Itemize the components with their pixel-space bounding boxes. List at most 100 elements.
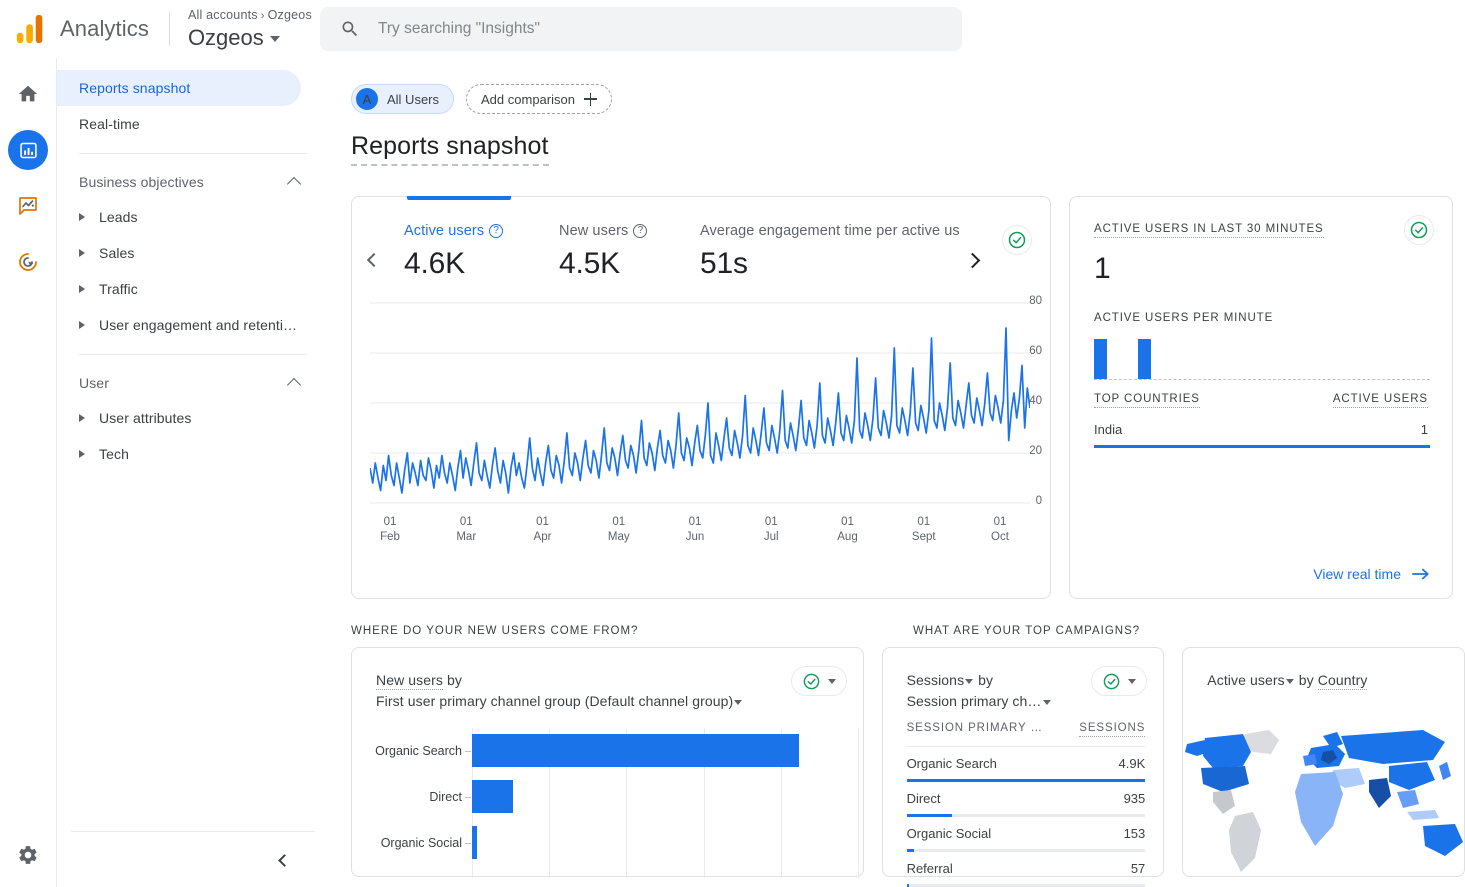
- active-users-per-minute-label: ACTIVE USERS PER MINUTE: [1094, 312, 1428, 324]
- top-campaigns-card: Sessions by Session primary ch… SESSION …: [882, 647, 1165, 877]
- row-bar-fill: [907, 849, 914, 852]
- metric-new-users[interactable]: New users ? 4.5K: [559, 223, 647, 281]
- metric-strip: Active users ? 4.6K New users ? 4.5K: [352, 197, 1050, 293]
- analytics-logo-icon[interactable]: [14, 12, 48, 46]
- sidebar: Reports snapshot Real-time Business obje…: [57, 58, 329, 887]
- dimension-name[interactable]: Country: [1318, 672, 1368, 690]
- divider: [169, 12, 170, 46]
- dimension-name[interactable]: First user primary channel group (Defaul…: [376, 693, 733, 709]
- x-tick-label: 01Apr: [523, 515, 563, 545]
- caret-down-icon[interactable]: [1043, 700, 1051, 705]
- table-row[interactable]: Organic Social153: [883, 817, 1164, 852]
- rail-item-home[interactable]: [8, 74, 48, 114]
- sidebar-item-sales[interactable]: Sales: [57, 235, 329, 271]
- sidebar-item-label: Leads: [99, 209, 138, 225]
- row-bar-fill: [907, 814, 952, 817]
- rail-item-admin[interactable]: [8, 835, 48, 875]
- property-name[interactable]: Ozgeos: [188, 24, 312, 51]
- sidebar-item-label: Tech: [99, 446, 129, 462]
- add-comparison-button[interactable]: Add comparison: [466, 84, 612, 114]
- y-tick-label: 60: [1029, 345, 1042, 357]
- x-tick-label: 01Feb: [370, 515, 410, 545]
- widget-actions[interactable]: [1091, 666, 1147, 696]
- search-input[interactable]: [378, 20, 898, 38]
- icon-rail: [0, 58, 57, 887]
- bar-category-label: Direct: [352, 774, 462, 820]
- caret-down-icon[interactable]: [965, 679, 973, 684]
- view-real-time-link[interactable]: View real time: [1313, 566, 1430, 582]
- caret-down-icon[interactable]: [734, 700, 742, 705]
- help-circle-icon[interactable]: ?: [633, 224, 647, 238]
- sidebar-item-traffic[interactable]: Traffic: [57, 271, 329, 307]
- table-body: Organic Search4.9KDirect935Organic Socia…: [883, 747, 1164, 887]
- horizontal-bar-chart[interactable]: Organic SearchDirectOrganic Social: [352, 728, 896, 878]
- metric-prev-button[interactable]: [360, 248, 384, 272]
- sidebar-item-real-time[interactable]: Real-time: [57, 106, 301, 142]
- active-users-card: Active users ? 4.6K New users ? 4.5K: [351, 196, 1051, 599]
- account-selector[interactable]: All accounts›Ozgeos Ozgeos: [188, 7, 312, 51]
- bar-row[interactable]: Organic Social: [352, 820, 896, 866]
- rail-item-explore[interactable]: [8, 186, 48, 226]
- sidebar-item-user-engagement[interactable]: User engagement and retenti…: [57, 307, 329, 343]
- collapse-sidebar-button[interactable]: [271, 849, 293, 871]
- row-metric: 57: [1131, 861, 1145, 876]
- column-metric[interactable]: SESSIONS: [1079, 722, 1145, 737]
- table-row[interactable]: Referral57: [883, 852, 1164, 887]
- all-users-chip[interactable]: A All Users: [351, 84, 454, 114]
- sidebar-group-business-objectives[interactable]: Business objectives: [57, 165, 329, 199]
- table-row[interactable]: India 1: [1094, 422, 1428, 448]
- metric-active-users[interactable]: Active users ? 4.6K: [404, 223, 503, 281]
- bar-row[interactable]: Organic Search: [352, 728, 896, 774]
- world-map[interactable]: [1183, 722, 1465, 878]
- column-dimension: SESSION PRIMARY …: [907, 722, 1043, 737]
- sidebar-divider: [79, 354, 307, 355]
- metric-name[interactable]: Sessions: [907, 672, 965, 688]
- bar-fill: [472, 734, 799, 767]
- plus-icon: [584, 93, 597, 106]
- chevron-down-icon: [828, 679, 836, 684]
- breadcrumb-current[interactable]: Ozgeos: [268, 8, 312, 22]
- breadcrumb-separator-icon: ›: [261, 10, 265, 22]
- row-dimension: Organic Search: [907, 756, 997, 771]
- insight-badge[interactable]: [1404, 215, 1434, 245]
- search-bar[interactable]: [320, 7, 962, 51]
- insight-badge[interactable]: [1002, 225, 1032, 255]
- rail-item-reports[interactable]: [8, 130, 48, 170]
- table-row[interactable]: Organic Search4.9K: [883, 747, 1164, 782]
- row-bar-track: [907, 814, 1146, 817]
- metric-name[interactable]: New users: [376, 672, 443, 690]
- sidebar-item-user-attributes[interactable]: User attributes: [57, 400, 329, 436]
- sidebar-item-reports-snapshot[interactable]: Reports snapshot: [57, 70, 301, 106]
- check-circle-icon: [1102, 672, 1121, 691]
- help-circle-icon[interactable]: ?: [489, 224, 503, 238]
- sidebar-group-user[interactable]: User: [57, 366, 329, 400]
- country-name: India: [1094, 422, 1122, 437]
- widget-title: New users by First user primary channel …: [352, 648, 863, 712]
- caret-down-icon[interactable]: [1286, 679, 1294, 684]
- metric-avg-engagement-time[interactable]: Average engagement time per active us 51…: [700, 223, 970, 281]
- rail-item-advertising[interactable]: [8, 242, 48, 282]
- country-bar: [1094, 445, 1430, 448]
- x-tick-label: 01Mar: [446, 515, 486, 545]
- sidebar-item-tech[interactable]: Tech: [57, 436, 329, 472]
- explore-trending-icon: [16, 194, 40, 218]
- breadcrumb-root[interactable]: All accounts: [188, 8, 258, 22]
- sidebar-item-label: Traffic: [99, 281, 138, 297]
- by-label: by: [978, 672, 993, 688]
- x-tick-label: 01Oct: [980, 515, 1020, 545]
- world-map-icon: [1183, 722, 1465, 878]
- table-row[interactable]: Direct935: [883, 782, 1164, 817]
- y-tick-label: 0: [1036, 495, 1042, 507]
- sidebar-item-leads[interactable]: Leads: [57, 199, 329, 235]
- gear-icon: [17, 844, 39, 866]
- active-users-line-chart[interactable]: 020406080 01Feb01Mar01Apr01May01Jun01Jul…: [352, 293, 1056, 593]
- metric-next-button[interactable]: [962, 248, 986, 272]
- check-circle-icon: [802, 672, 821, 691]
- widget-actions[interactable]: [791, 666, 847, 696]
- metric-name[interactable]: Active users: [1207, 672, 1284, 688]
- dimension-name[interactable]: Session primary ch…: [907, 693, 1042, 709]
- sidebar-item-label: User engagement and retenti…: [99, 317, 297, 333]
- active-users-col-label: ACTIVE USERS: [1333, 393, 1428, 408]
- triangle-right-icon: [79, 249, 85, 257]
- bar-row[interactable]: Direct: [352, 774, 896, 820]
